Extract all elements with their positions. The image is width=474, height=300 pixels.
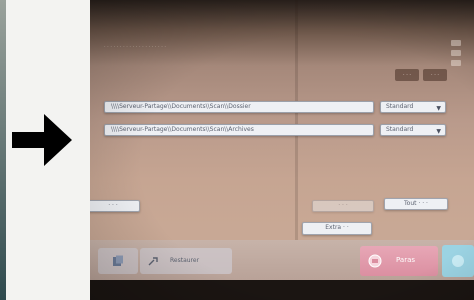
- print-label: Paras: [396, 256, 416, 264]
- reset-icon: [148, 257, 158, 266]
- path-field-2[interactable]: \\\\Serveur-Partage\\Documents\\Scan\\Ar…: [104, 124, 374, 136]
- screen-bezel: [90, 280, 474, 300]
- start-icon: [452, 255, 464, 267]
- document-icon: [113, 255, 123, 266]
- option-label-2: Standard: [386, 126, 414, 133]
- reset-button[interactable]: Restaurer: [140, 248, 232, 274]
- select-all-button[interactable]: Tout · · ·: [384, 198, 448, 210]
- chevron-down-icon: ▼: [436, 105, 441, 112]
- screen-divider: [295, 0, 298, 240]
- option-dropdown-1[interactable]: Standard ▼: [380, 101, 446, 113]
- folder-row-1: \\\\Serveur-Partage\\Documents\\Scan\\Do…: [104, 101, 446, 113]
- print-button[interactable]: Paras: [360, 246, 438, 276]
- background-left-edge: [0, 0, 6, 300]
- reset-label: Restaurer: [170, 257, 200, 264]
- corner-button-2[interactable]: · · ·: [423, 69, 447, 81]
- partial-left-button[interactable]: · · ·: [90, 200, 140, 212]
- chevron-down-icon: ▼: [436, 128, 441, 135]
- device-screen: · · · · · · · · · · · · · · · · · · · · …: [90, 0, 474, 300]
- disabled-button: · · ·: [312, 200, 374, 212]
- print-icon: [368, 254, 382, 268]
- arrow-right-icon: [12, 114, 72, 166]
- corner-buttons: · · · · · ·: [395, 69, 447, 81]
- corner-button-1[interactable]: · · ·: [395, 69, 419, 81]
- extra-button[interactable]: Extra · ·: [302, 222, 372, 235]
- option-label-1: Standard: [386, 103, 414, 110]
- header-text: · · · · · · · · · · · · · · · · · · · ·: [104, 44, 166, 50]
- side-icons: [448, 40, 464, 70]
- path-field-1[interactable]: \\\\Serveur-Partage\\Documents\\Scan\\Do…: [104, 101, 374, 113]
- home-button[interactable]: [98, 248, 138, 274]
- start-button[interactable]: [442, 245, 474, 277]
- folder-row-2: \\\\Serveur-Partage\\Documents\\Scan\\Ar…: [104, 124, 446, 136]
- option-dropdown-2[interactable]: Standard ▼: [380, 124, 446, 136]
